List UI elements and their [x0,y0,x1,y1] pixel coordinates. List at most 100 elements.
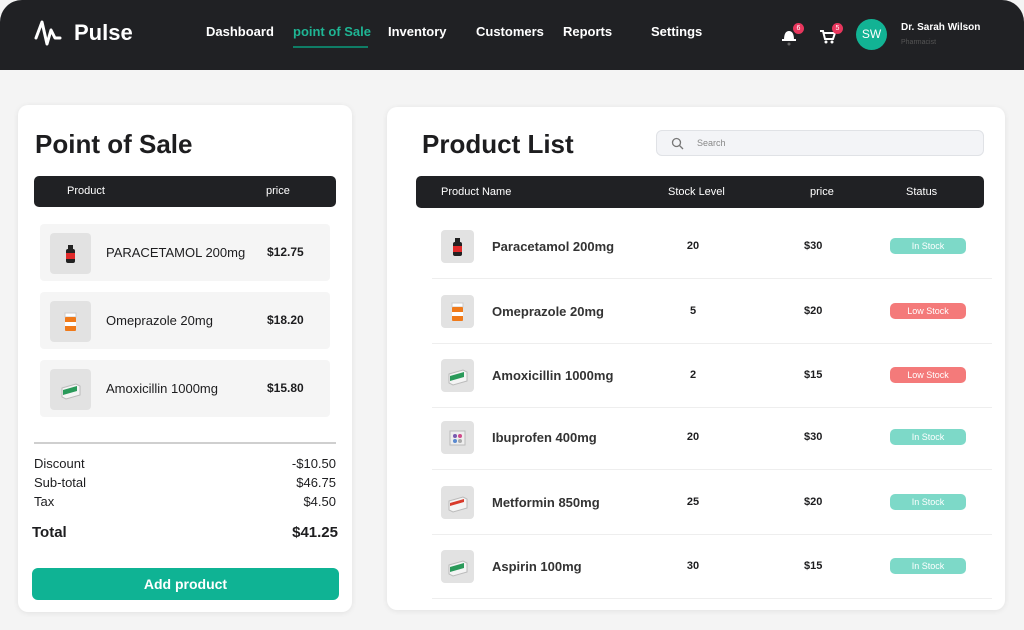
status-badge: In Stock [890,494,966,510]
product-row[interactable]: Paracetamol 200mg 20 $30 In Stock [432,215,992,279]
cart-item-name: PARACETAMOL 200mg [106,245,245,260]
product-name: Ibuprofen 400mg [492,430,597,445]
product-thumbnail [50,369,91,410]
cart-item[interactable]: PARACETAMOL 200mg $12.75 [40,224,330,281]
bottle-product-icon [447,236,469,258]
product-price: $15 [804,369,822,381]
discount-row: Discount -$10.50 [34,456,336,471]
cart-button[interactable]: 5 [818,26,838,46]
logo[interactable]: Pulse [34,16,133,50]
pill-jar-product-icon [447,301,469,323]
col-price: price [810,186,834,198]
cart-item-price: $15.80 [267,381,304,395]
product-row[interactable]: Amoxicillin 1000mg 2 $15 Low Stock [432,344,992,408]
product-name: Paracetamol 200mg [492,239,614,254]
col-stock-level: Stock Level [668,186,725,198]
top-navbar: Pulse Dashboard point of Sale Inventory … [0,0,1024,70]
discount-value: -$10.50 [292,456,336,471]
active-nav-indicator [293,46,368,48]
notifications-button[interactable]: 6 [779,26,799,46]
product-name: Metformin 850mg [492,495,600,510]
total-value: $41.25 [292,524,338,541]
nav-inventory[interactable]: Inventory [388,24,447,39]
stock-level: 2 [683,369,703,381]
status-badge: Low Stock [890,303,966,319]
subtotal-value: $46.75 [296,475,336,490]
col-product-name: Product Name [441,186,511,198]
product-list-title: Product List [422,129,574,160]
product-name: Amoxicillin 1000mg [492,368,613,383]
pos-title: Point of Sale [35,129,192,160]
stock-level: 20 [683,431,703,443]
search-placeholder: Search [697,138,726,148]
product-price: $30 [804,431,822,443]
cart-item-price: $12.75 [267,245,304,259]
pos-table-header: Product price [34,176,336,207]
col-price: price [266,185,290,197]
avatar[interactable]: SW [856,19,887,50]
nav-dashboard[interactable]: Dashboard [206,24,274,39]
product-price: $30 [804,240,822,252]
box-product-icon [447,365,469,387]
product-list-panel: Product List Search Product Name Stock L… [387,107,1005,610]
col-product: Product [67,185,105,197]
cart-item[interactable]: Amoxicillin 1000mg $15.80 [40,360,330,417]
product-row[interactable]: Aspirin 100mg 30 $15 In Stock [432,535,992,599]
search-input[interactable]: Search [656,130,984,156]
total-label: Total [32,524,67,541]
product-row[interactable]: Metformin 850mg 25 $20 In Stock [432,471,992,535]
product-price: $20 [804,496,822,508]
col-status: Status [906,186,937,198]
product-thumbnail [441,421,474,454]
subtotal-label: Sub-total [34,475,86,490]
box-red-product-icon [447,492,469,514]
stock-level: 25 [683,496,703,508]
box-product-icon [447,556,469,578]
status-badge: Low Stock [890,367,966,383]
product-thumbnail [50,233,91,274]
nav-reports[interactable]: Reports [563,24,612,39]
cart-item[interactable]: Omeprazole 20mg $18.20 [40,292,330,349]
tax-row: Tax $4.50 [34,494,336,509]
app-name: Pulse [74,20,133,46]
status-badge: In Stock [890,429,966,445]
point-of-sale-panel: Point of Sale Product price PARACETAMOL … [18,105,352,612]
product-price: $20 [804,305,822,317]
cart-item-price: $18.20 [267,313,304,327]
box-product-icon [60,379,82,401]
stock-level: 30 [683,560,703,572]
product-name: Omeprazole 20mg [492,304,604,319]
product-price: $15 [804,560,822,572]
blister-product-icon [447,427,469,449]
search-icon [671,137,684,150]
bottle-product-icon [60,243,82,265]
product-name: Aspirin 100mg [492,559,582,574]
product-thumbnail [441,486,474,519]
notification-badge: 6 [793,23,804,34]
cart-item-name: Amoxicillin 1000mg [106,381,218,396]
discount-label: Discount [34,456,85,471]
pulse-logo-icon [34,16,68,50]
product-thumbnail [441,359,474,392]
product-table-header: Product Name Stock Level price Status [416,176,984,208]
nav-point-of-sale[interactable]: point of Sale [293,24,371,39]
tax-value: $4.50 [303,494,336,509]
product-row[interactable]: Omeprazole 20mg 5 $20 Low Stock [432,280,992,344]
nav-settings[interactable]: Settings [651,24,702,39]
stock-level: 20 [683,240,703,252]
tax-label: Tax [34,494,54,509]
nav-customers[interactable]: Customers [476,24,544,39]
cart-item-name: Omeprazole 20mg [106,313,213,328]
pill-jar-product-icon [60,311,82,333]
status-badge: In Stock [890,558,966,574]
subtotal-row: Sub-total $46.75 [34,475,336,490]
add-product-button[interactable]: Add product [32,568,339,600]
status-badge: In Stock [890,238,966,254]
product-thumbnail [50,301,91,342]
stock-level: 5 [683,305,703,317]
user-role: Pharmacist [901,39,936,46]
total-row: Total $41.25 [32,524,338,541]
divider [34,442,336,444]
product-row[interactable]: Ibuprofen 400mg 20 $30 In Stock [432,406,992,470]
product-thumbnail [441,230,474,263]
